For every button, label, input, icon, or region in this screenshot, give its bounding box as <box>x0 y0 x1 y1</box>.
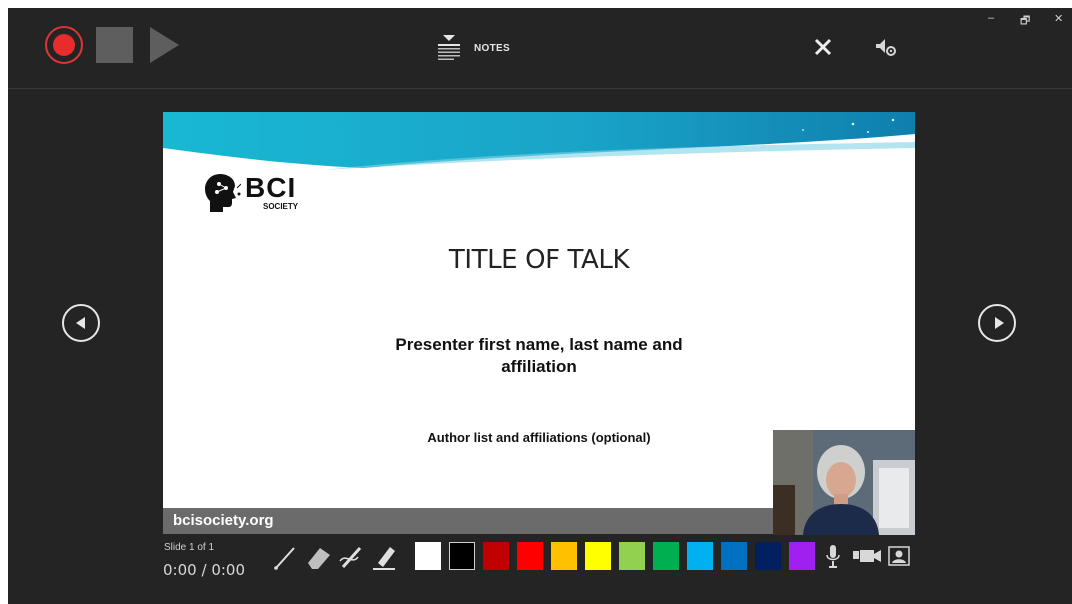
color-swatch[interactable] <box>721 542 747 570</box>
minimize-button[interactable]: – <box>988 12 994 24</box>
notes-button[interactable]: NOTES <box>438 34 510 62</box>
presenter-video-image <box>773 430 915 535</box>
color-swatch[interactable] <box>517 542 543 570</box>
chevron-left-icon <box>76 317 85 329</box>
eraser-icon <box>308 548 330 569</box>
notes-icon <box>438 35 460 60</box>
pencil-tool[interactable] <box>338 543 366 571</box>
microphone-toggle[interactable] <box>826 545 840 574</box>
webcam-preview[interactable] <box>773 430 915 535</box>
pen-tool[interactable] <box>272 543 300 571</box>
logo-text: BCI <box>245 172 297 203</box>
color-swatch[interactable] <box>619 542 645 570</box>
presenter-info: Presenter first name, last name and affi… <box>339 334 739 378</box>
presenter-line-2: affiliation <box>501 357 577 376</box>
total-time: 0:00 <box>211 561 245 579</box>
highlighter-icon <box>373 547 395 570</box>
recording-toolbar: NOTES – 🗗 ✕ <box>8 8 1072 88</box>
notes-label: NOTES <box>474 42 510 54</box>
slide-title: TITLE OF TALK <box>448 245 630 275</box>
color-swatch[interactable] <box>551 542 577 570</box>
slide-banner <box>163 112 915 170</box>
color-swatch[interactable] <box>449 542 475 570</box>
pen-icon <box>274 547 295 570</box>
camera-preview-toggle[interactable] <box>888 546 910 571</box>
head-network-icon <box>205 174 241 212</box>
color-swatch[interactable] <box>687 542 713 570</box>
footer-url: bcisociety.org <box>173 512 274 529</box>
eraser-tool[interactable] <box>304 543 332 571</box>
recording-window: NOTES – 🗗 ✕ BCI SOCIETY TITLE OF TALK Pr… <box>8 8 1072 604</box>
time-separator: / <box>201 561 207 579</box>
next-slide-button[interactable] <box>978 304 1016 342</box>
camera-preview-icon <box>888 546 910 566</box>
stop-button[interactable] <box>96 27 133 63</box>
toolbar-divider <box>8 88 1072 89</box>
close-icon <box>814 38 832 56</box>
color-swatch[interactable] <box>789 542 815 570</box>
time-display: 0:00 / 0:00 <box>163 561 245 579</box>
camera-icon <box>853 550 881 562</box>
record-icon <box>53 34 75 56</box>
elapsed-time: 0:00 <box>163 561 197 579</box>
color-swatch[interactable] <box>585 542 611 570</box>
color-swatch[interactable] <box>653 542 679 570</box>
microphone-icon <box>826 545 840 568</box>
color-swatch[interactable] <box>415 542 441 570</box>
window-close-button[interactable]: ✕ <box>1054 12 1063 25</box>
logo-subtext: SOCIETY <box>263 202 299 211</box>
play-button[interactable] <box>150 27 179 63</box>
color-swatch[interactable] <box>483 542 509 570</box>
slide-counter: Slide 1 of 1 <box>164 542 215 553</box>
audio-settings-button[interactable] <box>874 36 898 58</box>
chevron-right-icon <box>995 317 1004 329</box>
camera-toggle[interactable] <box>853 548 881 571</box>
presenter-line-1: Presenter first name, last name and <box>395 335 683 354</box>
pencil-icon <box>339 546 362 569</box>
highlighter-tool[interactable] <box>370 543 398 571</box>
audio-settings-icon <box>876 39 896 56</box>
restore-button[interactable]: 🗗 <box>1020 12 1030 31</box>
bci-society-logo: BCI SOCIETY <box>205 172 305 216</box>
close-button[interactable] <box>812 36 834 58</box>
record-button[interactable] <box>45 26 83 64</box>
previous-slide-button[interactable] <box>62 304 100 342</box>
color-swatch[interactable] <box>755 542 781 570</box>
